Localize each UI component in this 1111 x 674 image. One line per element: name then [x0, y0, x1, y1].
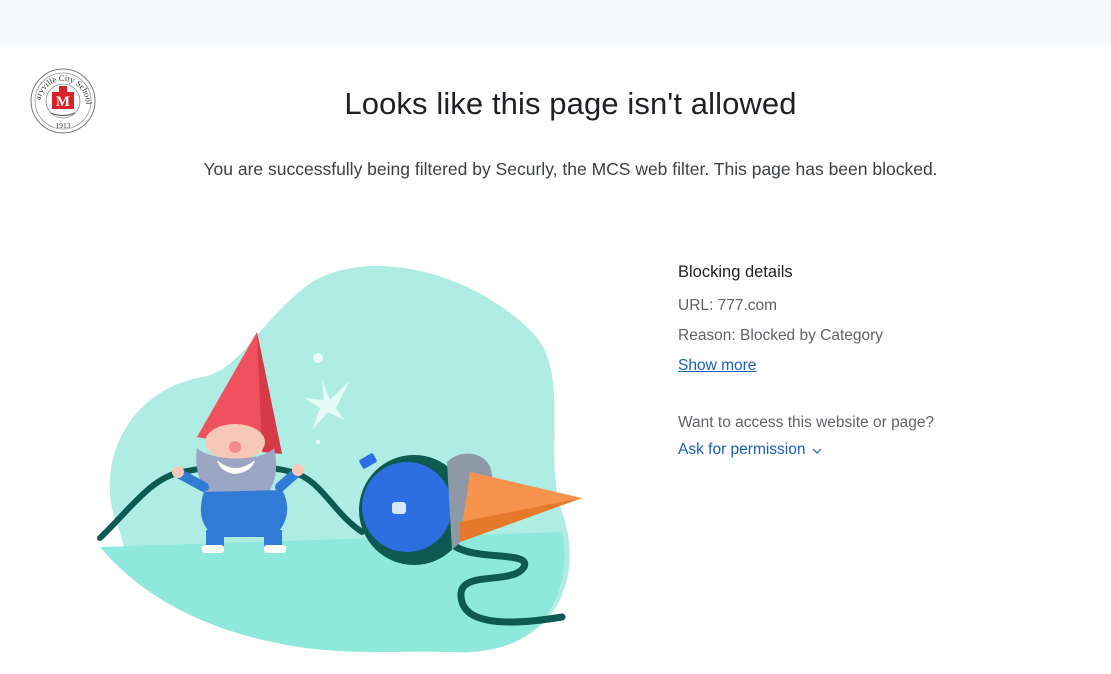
gnome-cutting-cable-illustration [92, 262, 592, 662]
ask-permission-link[interactable]: Ask for permission [678, 441, 822, 459]
ask-permission-label: Ask for permission [678, 441, 806, 458]
page-subtitle: You are successfully being filtered by S… [203, 159, 938, 179]
block-reason: Reason: Blocked by Category [678, 327, 884, 344]
top-bar [0, 0, 1111, 46]
blocked-url: URL: 777.com [678, 297, 778, 314]
chevron-down-icon [812, 443, 822, 454]
blocking-details: Blocking details URL: 777.com Reason: Bl… [678, 262, 1078, 459]
show-more-link[interactable]: Show more [678, 357, 756, 375]
page-title: Looks like this page isn't allowed [344, 86, 797, 121]
gnome-body [200, 490, 288, 537]
logo-year: 1913 [56, 121, 71, 130]
ground [100, 532, 565, 653]
details-heading: Blocking details [678, 263, 793, 281]
access-question: Want to access this website or page? [678, 414, 935, 431]
